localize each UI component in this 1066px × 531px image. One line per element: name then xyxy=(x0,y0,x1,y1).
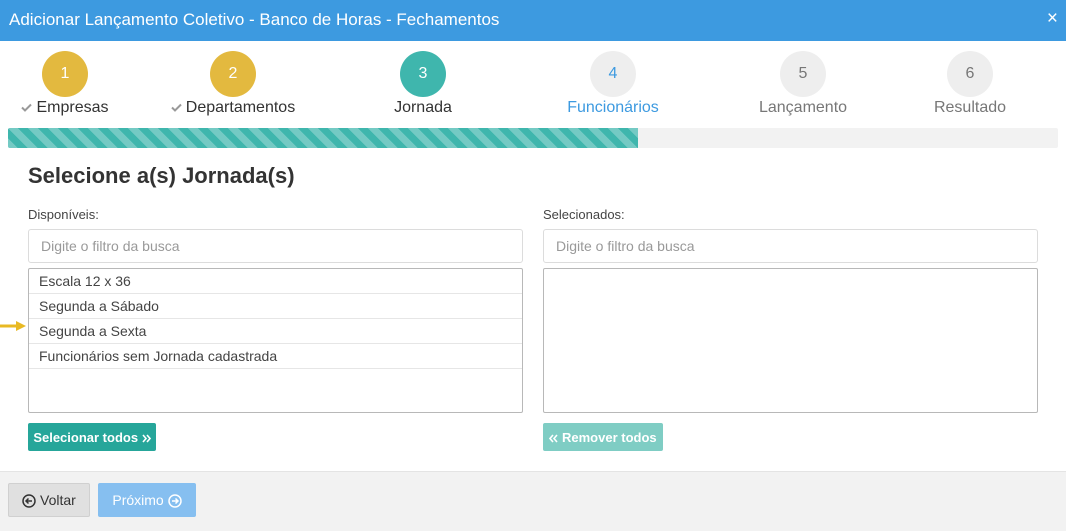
check-icon xyxy=(21,104,33,113)
step-label-text: Funcionários xyxy=(567,99,659,116)
circle-arrow-left-icon xyxy=(22,494,36,508)
double-chevron-left-icon xyxy=(549,434,558,443)
available-listbox[interactable]: Escala 12 x 36 Segunda a Sábado Segunda … xyxy=(28,268,523,413)
step-label-text: Lançamento xyxy=(758,99,848,116)
step-departamentos[interactable]: 2 Departamentos xyxy=(153,51,313,118)
close-icon[interactable]: × xyxy=(1047,9,1058,29)
step-label-text: Departamentos xyxy=(185,99,296,116)
window-titlebar: Adicionar Lançamento Coletivo - Banco de… xyxy=(0,0,1066,41)
progress-fill xyxy=(8,128,638,148)
step-label: Departamentos xyxy=(153,98,313,118)
list-item[interactable]: Funcionários sem Jornada cadastrada xyxy=(29,344,522,369)
step-label-text: Jornada xyxy=(394,99,452,116)
step-lancamento[interactable]: 5 Lançamento xyxy=(723,51,883,118)
step-label-text: Empresas xyxy=(36,99,109,116)
step-label-text: Resultado xyxy=(933,99,1007,116)
next-button[interactable]: Próximo xyxy=(98,483,196,517)
available-filter-input[interactable] xyxy=(28,229,523,263)
wizard-steps: 1 Empresas 2 Departamentos 3 Jornada 4 F… xyxy=(0,41,1066,126)
remove-all-label: Remover todos xyxy=(561,429,657,445)
remove-all-button[interactable]: Remover todos xyxy=(543,423,663,451)
list-item[interactable]: Segunda a Sexta xyxy=(29,319,522,344)
step-number-circle: 3 xyxy=(400,51,446,97)
available-label: Disponíveis: xyxy=(28,207,99,222)
circle-arrow-right-icon xyxy=(167,494,182,508)
select-all-label: Selecionar todos xyxy=(33,429,139,445)
back-button[interactable]: Voltar xyxy=(8,483,90,517)
selected-listbox[interactable] xyxy=(543,268,1038,413)
check-icon xyxy=(171,104,182,113)
step-resultado[interactable]: 6 Resultado xyxy=(890,51,1050,118)
step-empresas[interactable]: 1 Empresas xyxy=(0,51,145,118)
step-number-circle: 4 xyxy=(590,51,636,97)
wizard-progress-bar xyxy=(8,128,1058,148)
step-label: Resultado xyxy=(890,98,1050,118)
step-funcionarios[interactable]: 4 Funcionários xyxy=(533,51,693,118)
next-label: Próximo xyxy=(112,491,164,508)
list-item[interactable]: Escala 12 x 36 xyxy=(29,269,522,294)
step-number-circle: 5 xyxy=(780,51,826,97)
step-number-circle: 6 xyxy=(947,51,993,97)
back-label: Voltar xyxy=(40,491,76,508)
double-chevron-right-icon xyxy=(142,434,151,443)
window-title: Adicionar Lançamento Coletivo - Banco de… xyxy=(9,10,500,29)
page-title: Selecione a(s) Jornada(s) xyxy=(28,163,295,188)
step-label: Funcionários xyxy=(533,98,693,118)
footer-bar: Voltar Próximo xyxy=(0,471,1066,531)
step-number-circle: 2 xyxy=(210,51,256,97)
step-label: Jornada xyxy=(343,98,503,118)
select-all-button[interactable]: Selecionar todos xyxy=(28,423,156,451)
arrow-pointer-icon xyxy=(0,321,26,331)
step-number-circle: 1 xyxy=(42,51,88,97)
list-item[interactable]: Segunda a Sábado xyxy=(29,294,522,319)
selected-label: Selecionados: xyxy=(543,207,625,222)
step-label: Lançamento xyxy=(723,98,883,118)
step-jornada[interactable]: 3 Jornada xyxy=(343,51,503,118)
selected-filter-input[interactable] xyxy=(543,229,1038,263)
step-label: Empresas xyxy=(0,98,145,118)
